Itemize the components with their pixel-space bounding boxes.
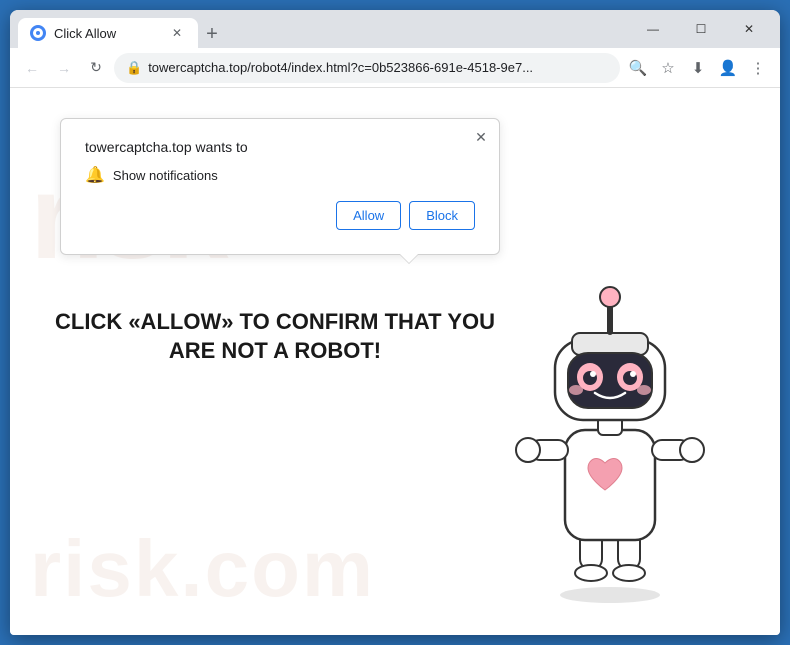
watermark-bottom: risk.com bbox=[30, 523, 375, 615]
tab-strip: Click Allow ✕ + bbox=[18, 10, 618, 48]
allow-button[interactable]: Allow bbox=[336, 201, 401, 230]
robot-illustration bbox=[500, 265, 760, 625]
toolbar-icons: 🔍 ☆ ⬇ 👤 ⋮ bbox=[624, 54, 772, 82]
reload-button[interactable]: ↻ bbox=[82, 54, 110, 82]
profile-icon[interactable]: 👤 bbox=[714, 54, 742, 82]
address-box[interactable]: 🔒 towercaptcha.top/robot4/index.html?c=0… bbox=[114, 53, 620, 83]
maximize-button[interactable]: ☐ bbox=[678, 13, 724, 45]
browser-window: Click Allow ✕ + — ☐ ✕ ← → ↻ 🔒 towercaptc… bbox=[10, 10, 780, 635]
address-bar-row: ← → ↻ 🔒 towercaptcha.top/robot4/index.ht… bbox=[10, 48, 780, 88]
webpage: risk risk.com ✕ towercaptcha.top wants t… bbox=[10, 88, 780, 635]
notification-popup: ✕ towercaptcha.top wants to 🔔 Show notif… bbox=[60, 118, 500, 255]
active-tab[interactable]: Click Allow ✕ bbox=[18, 18, 198, 48]
new-tab-button[interactable]: + bbox=[198, 20, 226, 48]
back-button[interactable]: ← bbox=[18, 54, 46, 82]
minimize-button[interactable]: — bbox=[630, 13, 676, 45]
notification-text: Show notifications bbox=[113, 168, 218, 183]
close-button[interactable]: ✕ bbox=[726, 13, 772, 45]
search-icon[interactable]: 🔍 bbox=[624, 54, 652, 82]
url-text: towercaptcha.top/robot4/index.html?c=0b5… bbox=[148, 60, 608, 75]
popup-close-button[interactable]: ✕ bbox=[471, 127, 491, 147]
tab-close-button[interactable]: ✕ bbox=[168, 24, 186, 42]
window-controls: — ☐ ✕ bbox=[630, 13, 772, 45]
popup-buttons: Allow Block bbox=[85, 201, 475, 230]
forward-button[interactable]: → bbox=[50, 54, 78, 82]
block-button[interactable]: Block bbox=[409, 201, 475, 230]
popup-title: towercaptcha.top wants to bbox=[85, 139, 475, 155]
bookmark-icon[interactable]: ☆ bbox=[654, 54, 682, 82]
title-bar: Click Allow ✕ + — ☐ ✕ bbox=[10, 10, 780, 48]
download-icon[interactable]: ⬇ bbox=[684, 54, 712, 82]
notification-bubble: ✕ towercaptcha.top wants to 🔔 Show notif… bbox=[60, 118, 500, 255]
menu-icon[interactable]: ⋮ bbox=[744, 54, 772, 82]
tab-title: Click Allow bbox=[54, 26, 116, 41]
tab-favicon bbox=[30, 25, 46, 41]
bell-icon: 🔔 bbox=[85, 165, 105, 185]
notification-row: 🔔 Show notifications bbox=[85, 165, 475, 185]
lock-icon: 🔒 bbox=[126, 60, 142, 76]
cta-text: CLICK «ALLOW» TO CONFIRM THAT YOU ARE NO… bbox=[50, 308, 500, 365]
